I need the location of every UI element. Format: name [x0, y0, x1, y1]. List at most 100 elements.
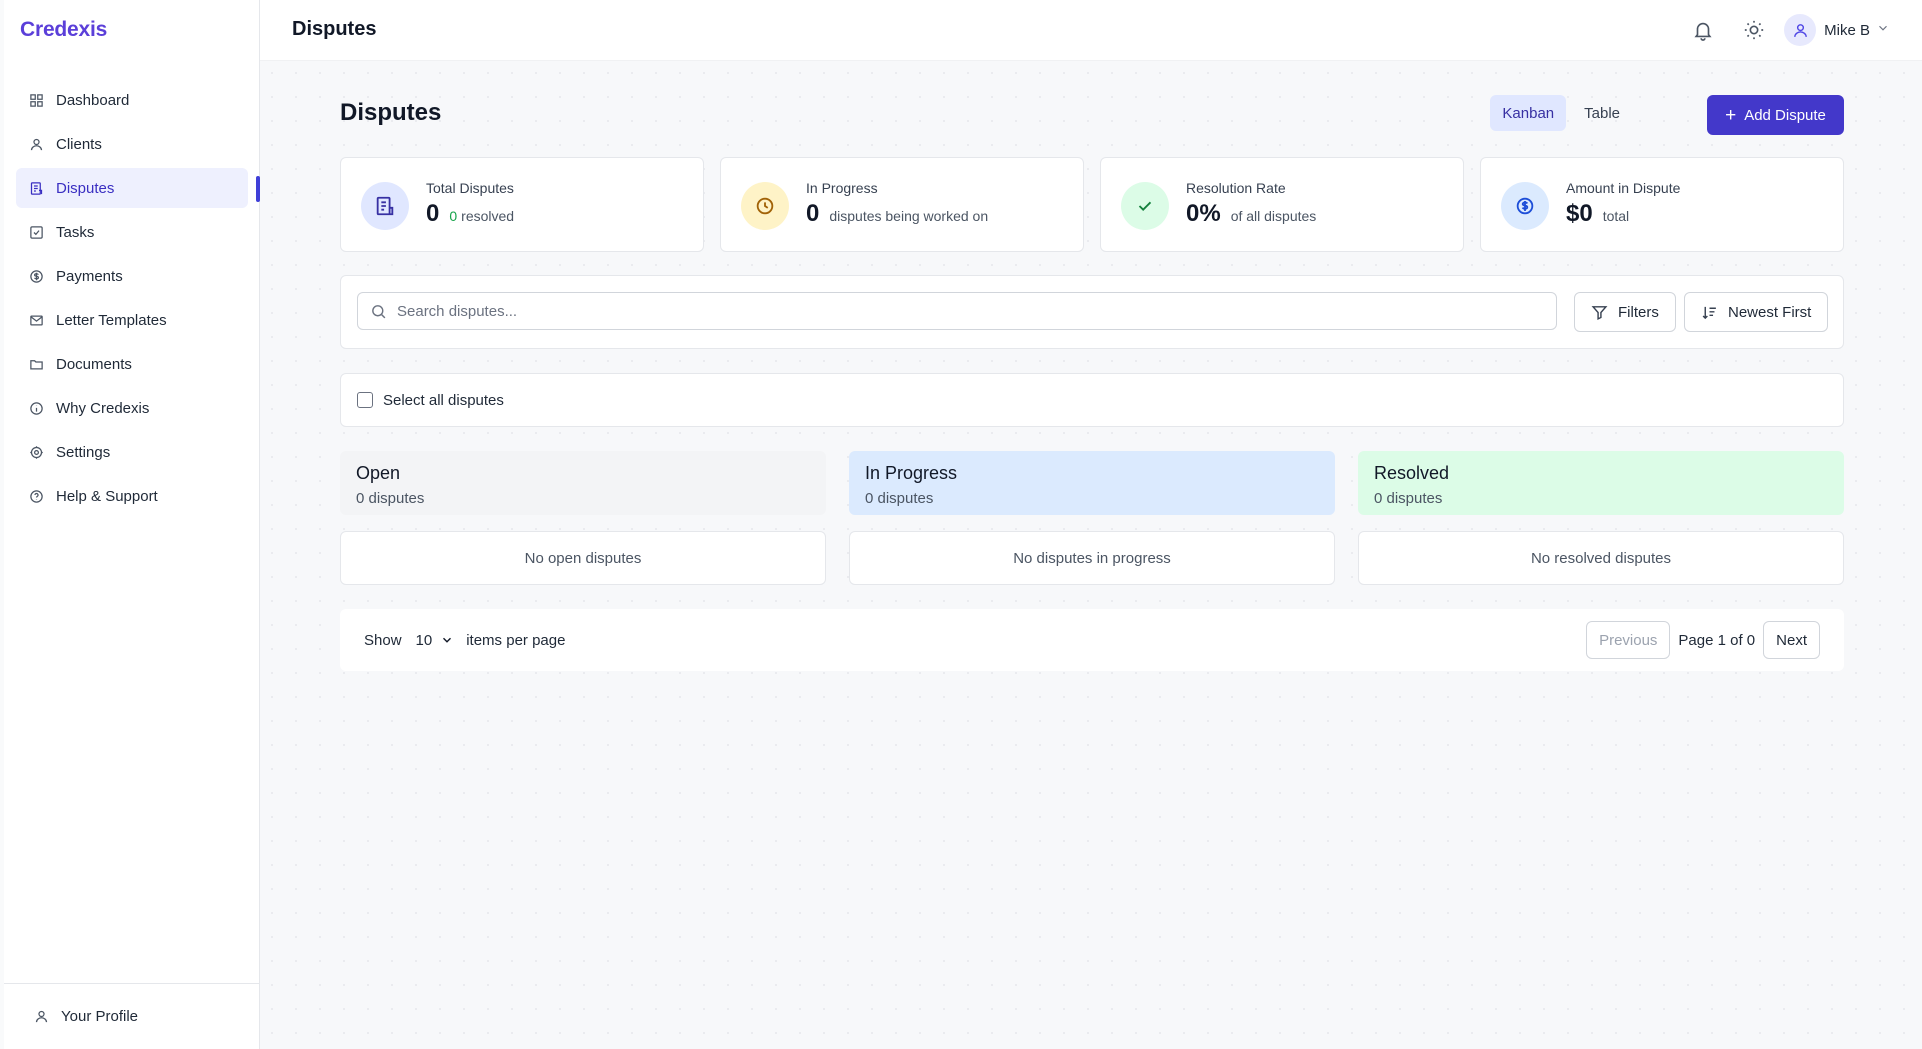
sidebar-item-dashboard[interactable]: Dashboard — [16, 80, 248, 120]
sort-button[interactable]: Newest First — [1684, 292, 1829, 332]
column-title: Open — [356, 463, 401, 483]
previous-page-button[interactable]: Previous — [1586, 621, 1671, 659]
per-page-select[interactable]: 10 — [416, 632, 455, 649]
sidebar-item-why-credexis[interactable]: Why Credexis — [16, 388, 248, 428]
kanban-board: Open 0 disputes No open disputes In Prog… — [340, 451, 1844, 585]
grid-icon — [28, 92, 44, 108]
column-empty-state: No disputes in progress — [849, 531, 1335, 585]
sidebar-item-label: Why Credexis — [56, 399, 150, 417]
folder-icon — [28, 356, 44, 372]
stat-label: Resolution Rate — [1186, 180, 1286, 196]
show-label: Show — [364, 631, 402, 649]
column-header: In Progress 0 disputes — [849, 451, 1335, 515]
stat-sub: resolved — [461, 208, 515, 224]
page-controls: Previous Page 1 of 0 Next — [1586, 621, 1820, 659]
stat-value: 0% — [1186, 200, 1221, 227]
sidebar-item-payments[interactable]: Payments — [16, 256, 248, 296]
sidebar-item-label: Settings — [56, 443, 111, 461]
stat-sub: disputes being worked on — [829, 208, 989, 224]
sidebar-item-label: Help & Support — [56, 487, 158, 505]
stat-sub: of all disputes — [1230, 208, 1317, 224]
select-all-checkbox[interactable] — [357, 392, 373, 408]
stat-card-in-progress: In Progress 0 disputes being worked on — [720, 157, 1084, 252]
column-title: Resolved — [1374, 463, 1450, 483]
bell-icon[interactable] — [1690, 17, 1716, 43]
sidebar: Credexis Dashboard Clients Disputes Task… — [4, 0, 260, 1049]
add-dispute-label: Add Dispute — [1744, 106, 1826, 124]
sort-label: Newest First — [1728, 303, 1812, 321]
view-toggle: Kanban Table — [1484, 95, 1632, 131]
column-empty-state: No resolved disputes — [1358, 531, 1844, 585]
sidebar-item-label: Clients — [56, 135, 102, 153]
sidebar-item-disputes[interactable]: Disputes — [16, 168, 248, 208]
kanban-column-open: Open 0 disputes No open disputes — [340, 451, 826, 585]
filters-button[interactable]: Filters — [1574, 292, 1676, 332]
filter-icon — [1591, 305, 1608, 320]
checkbox-icon — [28, 224, 44, 240]
column-title: In Progress — [865, 463, 958, 483]
stat-value: 0 — [806, 200, 820, 227]
column-header: Resolved 0 disputes — [1358, 451, 1844, 515]
search-input[interactable] — [397, 302, 1497, 320]
sidebar-item-documents[interactable]: Documents — [16, 344, 248, 384]
plus-icon: + — [1725, 104, 1737, 126]
avatar — [1784, 14, 1817, 46]
per-page-value: 10 — [415, 631, 433, 649]
user-icon — [1793, 23, 1807, 37]
page-title: Disputes — [340, 99, 442, 126]
stat-card-total-disputes: Total Disputes 0 0 resolved — [340, 157, 704, 252]
table-view-button[interactable]: Table — [1572, 95, 1632, 131]
top-header: Disputes Mike B — [260, 0, 1922, 61]
sidebar-item-label: Documents — [56, 355, 132, 373]
brand-logo[interactable]: Credexis — [20, 18, 107, 42]
app-window: Credexis Dashboard Clients Disputes Task… — [0, 0, 1922, 1049]
dollar-circle-icon — [28, 268, 44, 284]
user-name: Mike B — [1824, 21, 1870, 39]
kanban-column-resolved: Resolved 0 disputes No resolved disputes — [1358, 451, 1844, 585]
column-empty-state: No open disputes — [340, 531, 826, 585]
sidebar-item-label: Tasks — [56, 223, 95, 241]
column-header: Open 0 disputes — [340, 451, 826, 515]
kanban-view-button[interactable]: Kanban — [1490, 95, 1567, 131]
info-icon — [28, 400, 44, 416]
search-box[interactable] — [357, 292, 1557, 330]
select-all-label: Select all disputes — [383, 391, 504, 409]
next-page-button[interactable]: Next — [1763, 621, 1820, 659]
stat-sub: total — [1602, 208, 1630, 224]
sidebar-item-settings[interactable]: Settings — [16, 432, 248, 472]
check-icon — [1121, 182, 1169, 230]
sidebar-item-label: Letter Templates — [56, 311, 167, 329]
theme-toggle-icon[interactable] — [1741, 17, 1767, 43]
select-all-bar: Select all disputes — [340, 373, 1844, 427]
stats-row: Total Disputes 0 0 resolved In Progress 0… — [340, 157, 1844, 252]
stat-resolved-count: 0 — [449, 208, 458, 224]
chevron-down-icon — [1870, 21, 1890, 39]
sidebar-item-clients[interactable]: Clients — [16, 124, 248, 164]
sidebar-nav: Dashboard Clients Disputes Tasks Payment… — [16, 80, 248, 520]
sidebar-item-label: Payments — [56, 267, 123, 285]
sidebar-item-label: Disputes — [56, 179, 115, 197]
add-dispute-button[interactable]: + Add Dispute — [1707, 95, 1844, 135]
stat-value: 0 — [426, 200, 440, 227]
column-count: 0 disputes — [865, 490, 934, 507]
stat-card-resolution-rate: Resolution Rate 0% of all disputes — [1100, 157, 1464, 252]
stat-label: In Progress — [806, 180, 878, 196]
page-indicator: Page 1 of 0 — [1678, 631, 1756, 649]
sidebar-item-letter-templates[interactable]: Letter Templates — [16, 300, 248, 340]
stat-card-amount-in-dispute: Amount in Dispute $0 total — [1480, 157, 1844, 252]
clock-icon — [741, 182, 789, 230]
pagination-bar: Show 10 items per page Previous Page 1 o… — [340, 609, 1844, 671]
stat-label: Amount in Dispute — [1566, 180, 1681, 196]
file-list-icon — [28, 180, 44, 196]
user-menu[interactable]: Mike B — [1784, 13, 1890, 47]
your-profile-link[interactable]: Your Profile — [4, 983, 259, 1049]
per-page-suffix: items per page — [466, 631, 566, 649]
user-icon — [35, 1010, 48, 1023]
sidebar-item-help-support[interactable]: Help & Support — [16, 476, 248, 516]
sidebar-item-label: Dashboard — [56, 91, 130, 109]
search-icon — [372, 304, 386, 318]
gear-icon — [28, 444, 44, 460]
sidebar-item-tasks[interactable]: Tasks — [16, 212, 248, 252]
column-count: 0 disputes — [1374, 490, 1443, 507]
search-toolbar: Filters Newest First — [340, 275, 1844, 349]
